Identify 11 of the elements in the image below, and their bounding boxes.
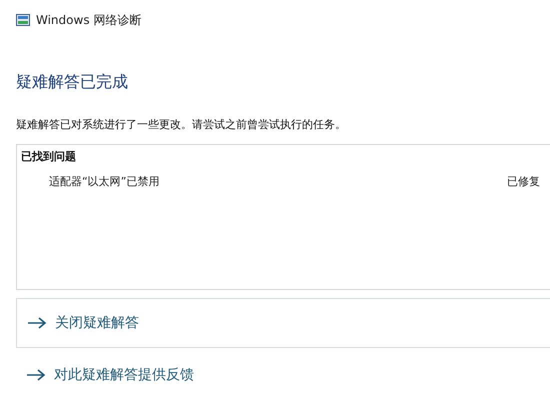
action-link[interactable]: 对此疑难解答提供反馈	[26, 366, 194, 384]
problem-name: 适配器“以太网”已禁用	[49, 174, 160, 189]
description-text: 疑难解答已对系统进行了一些更改。请尝试之前曾尝试执行的任务。	[16, 117, 347, 132]
action-link[interactable]: 关闭疑难解答	[27, 314, 139, 332]
page-heading: 疑难解答已完成	[16, 72, 129, 93]
arrow-icon	[26, 369, 46, 381]
network-icon	[16, 14, 30, 26]
arrow-icon	[27, 317, 47, 329]
problems-title: 已找到问题	[21, 149, 77, 164]
problem-status: 已修复	[507, 174, 540, 189]
window-title: Windows 网络诊断	[36, 12, 142, 28]
